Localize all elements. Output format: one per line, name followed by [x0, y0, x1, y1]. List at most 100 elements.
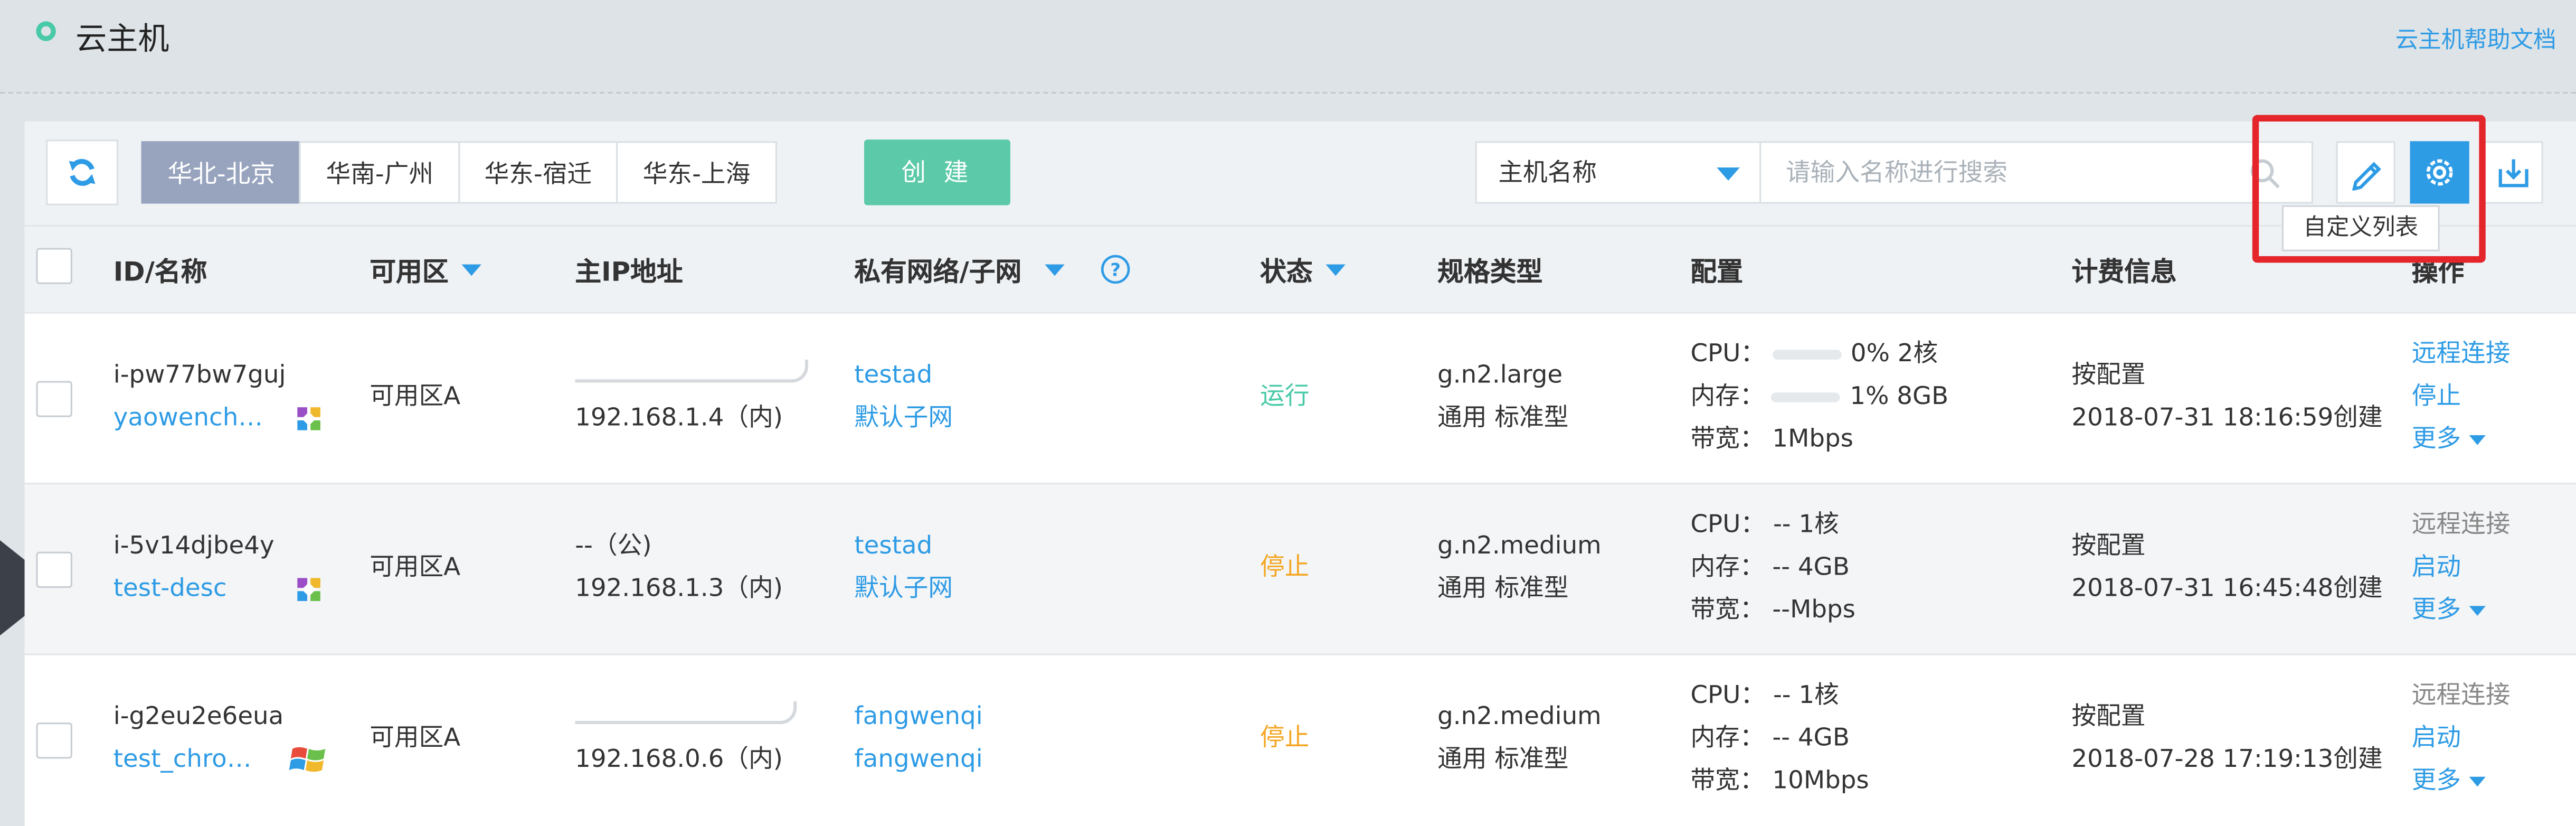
download-icon [2498, 159, 2528, 187]
more-dropdown[interactable]: 更多 [2412, 588, 2486, 631]
start-link[interactable]: 启动 [2412, 716, 2461, 759]
table-row: i-5v14djbe4y test-desc 可用区A --（公) 192.16… [24, 483, 2576, 654]
col-zone-label: 可用区 [370, 256, 449, 288]
created-time: 2018-07-31 18:16:59创建 [2071, 402, 2383, 432]
chevron-down-icon [1717, 167, 1740, 181]
pencil-icon [2352, 162, 2381, 191]
filter-caret-icon [1044, 264, 1065, 275]
custom-columns-button[interactable] [2410, 141, 2469, 204]
cpu-value: -- 1核 [1773, 680, 1839, 710]
more-label: 更多 [2411, 424, 2461, 454]
zone-value: 可用区A [370, 381, 461, 411]
refresh-button[interactable] [46, 139, 119, 205]
instance-name-link[interactable]: yaowench… [113, 396, 263, 438]
mem-value: 1% 8GB [1850, 381, 1949, 411]
col-status[interactable]: 状态 [1260, 250, 1346, 289]
status-badge: 停止 [1260, 551, 1310, 581]
search-field-value: 主机名称 [1498, 157, 1597, 187]
subnet-link[interactable]: fangwenqi [854, 737, 982, 780]
col-ip: 主IP地址 [575, 256, 683, 288]
edit-button[interactable] [2336, 141, 2395, 204]
bw-line: 带宽： 1Mbps [1690, 417, 1853, 460]
region-tab-guangzhou[interactable]: 华南-广州 [299, 141, 460, 204]
region-tab-suqian[interactable]: 华东-宿迁 [458, 141, 619, 204]
col-billing: 计费信息 [2071, 256, 2177, 288]
more-dropdown[interactable]: 更多 [2412, 758, 2486, 801]
row-checkbox[interactable] [36, 381, 72, 417]
public-ip-masked [575, 353, 809, 396]
billing-mode: 按配置 [2071, 359, 2146, 389]
mem-label: 内存： [1690, 722, 1765, 753]
mem-line: 内存： 1% 8GB [1690, 374, 1948, 417]
vpc-link[interactable]: fangwenqi [854, 694, 982, 737]
region-tab-shanghai[interactable]: 华东-上海 [616, 141, 777, 204]
select-all-checkbox[interactable] [36, 248, 72, 284]
public-ip: --（公) [575, 530, 652, 560]
filter-caret-icon [1325, 264, 1346, 275]
region-tab-beijing[interactable]: 华北-北京 [141, 141, 301, 204]
bw-label: 带宽： [1690, 424, 1765, 454]
remote-connect-disabled: 远程连接 [2411, 509, 2511, 539]
centos-icon [297, 578, 320, 602]
mem-usage-bar [1771, 391, 1840, 402]
export-button[interactable] [2484, 141, 2543, 204]
create-button[interactable]: 创 建 [864, 139, 1011, 205]
mem-line: 内存： -- 4GB [1690, 545, 1849, 588]
row-checkbox[interactable] [36, 551, 72, 588]
side-collapse-handle[interactable] [0, 540, 26, 636]
table-header: ID/名称 可用区 主IP地址 私有网络/子网 ? 状态 规格类型 配置 计费信… [24, 224, 2576, 312]
instance-name-link[interactable]: test-desc [113, 567, 227, 609]
cpu-label: CPU： [1690, 509, 1766, 539]
vpc-link[interactable]: testad [854, 524, 932, 567]
search-icon[interactable] [2249, 157, 2282, 190]
zone-value: 可用区A [370, 551, 461, 581]
more-label: 更多 [2411, 594, 2461, 624]
redacted-ip [575, 359, 809, 383]
help-question-icon[interactable]: ? [1101, 255, 1130, 284]
col-zone[interactable]: 可用区 [370, 250, 481, 289]
instance-id: i-pw77bw7guj [113, 359, 286, 389]
subnet-link[interactable]: 默认子网 [854, 567, 953, 609]
more-dropdown[interactable]: 更多 [2412, 417, 2486, 460]
bw-label: 带宽： [1690, 594, 1765, 624]
spec-name: g.n2.medium [1437, 701, 1602, 731]
chevron-down-icon [2469, 434, 2486, 445]
search-box [1759, 141, 2313, 204]
spec-type: 通用 标准型 [1437, 744, 1569, 774]
spec-type: 通用 标准型 [1437, 573, 1569, 603]
billing-mode: 按配置 [2071, 701, 2146, 731]
gear-icon [2426, 159, 2453, 186]
stop-link[interactable]: 停止 [2412, 374, 2461, 417]
bw-value: 1Mbps [1772, 424, 1853, 454]
spec-type: 通用 标准型 [1437, 402, 1569, 432]
remote-connect-link[interactable]: 远程连接 [2412, 332, 2511, 374]
refresh-icon [69, 159, 96, 186]
help-doc-link[interactable]: 云主机帮助文档 [2395, 23, 2556, 56]
col-vpc[interactable]: 私有网络/子网 ? [854, 250, 1130, 289]
instance-id: i-5v14djbe4y [113, 530, 274, 560]
subnet-link[interactable]: 默认子网 [854, 396, 953, 438]
public-ip-masked [575, 694, 797, 737]
start-link[interactable]: 启动 [2412, 545, 2461, 588]
col-status-label: 状态 [1260, 256, 1313, 288]
col-spec: 规格类型 [1437, 256, 1543, 288]
instance-id: i-g2eu2e6eua [113, 701, 284, 731]
cpu-label: CPU： [1690, 680, 1766, 710]
mem-label: 内存： [1690, 381, 1765, 411]
vpc-link[interactable]: testad [854, 353, 932, 396]
table-row: i-g2eu2e6eua test_chro… 可用区A 192.168.0.6… [24, 653, 2576, 824]
status-badge: 运行 [1260, 381, 1310, 411]
col-vpc-label: 私有网络/子网 [854, 256, 1022, 288]
private-ip: 192.168.0.6（内) [575, 744, 783, 774]
instance-name-link[interactable]: test_chro… [113, 737, 252, 780]
cpu-line: CPU： -- 1核 [1690, 673, 1839, 716]
row-checkbox[interactable] [36, 722, 72, 759]
private-ip: 192.168.1.3（内) [575, 573, 783, 603]
created-time: 2018-07-31 16:45:48创建 [2071, 573, 2383, 603]
centos-icon [297, 407, 320, 430]
filter-caret-icon [461, 264, 481, 275]
search-input[interactable] [1782, 143, 2217, 202]
search-field-select[interactable]: 主机名称 [1475, 141, 1766, 204]
bw-value: --Mbps [1772, 594, 1855, 624]
cpu-value: 0% 2核 [1850, 338, 1938, 368]
